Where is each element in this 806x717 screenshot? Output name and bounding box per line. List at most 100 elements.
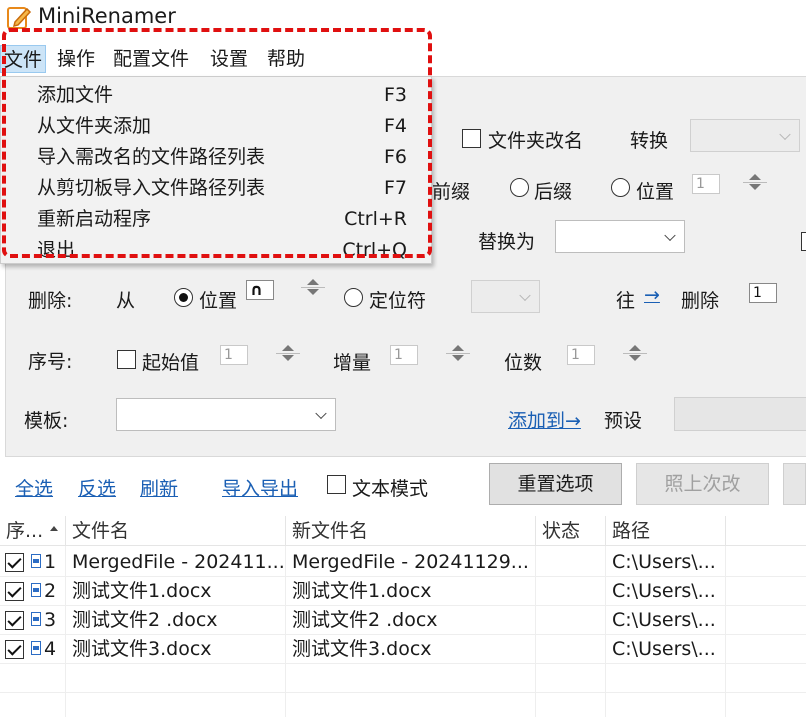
start-value-input[interactable]: 1 (220, 345, 248, 365)
convert-select[interactable] (690, 119, 800, 152)
menu-item-shortcut: Ctrl+R (344, 208, 407, 230)
extra-checkbox[interactable] (801, 232, 806, 251)
delete-position-spinner[interactable] (299, 278, 327, 298)
spin-up-icon (307, 279, 319, 285)
menu-help[interactable]: 帮助 (264, 45, 308, 73)
menu-bar: 文件 操作 配置文件 设置 帮助 (0, 42, 806, 76)
add-to-preset-link[interactable]: 添加到→ (508, 406, 581, 433)
row-index: 3 (44, 609, 57, 631)
menu-item-shortcut: F4 (383, 115, 407, 137)
menu-item-label: 退出 (37, 239, 76, 261)
delete-position-radio[interactable] (174, 288, 193, 307)
window-title: MiniRenamer (38, 4, 176, 28)
menu-item-shortcut: F7 (383, 177, 407, 199)
text-mode-checkbox[interactable] (327, 475, 346, 494)
increment-label: 增量 (333, 352, 372, 374)
invert-selection-link[interactable]: 反选 (78, 474, 116, 501)
menu-file[interactable]: 文件 (0, 45, 47, 73)
menu-item-import-path-list[interactable]: 导入需改名的文件路径列表 F6 (37, 142, 407, 172)
menu-item-exit[interactable]: 退出 Ctrl+Q (37, 235, 407, 265)
replace-with-select[interactable] (555, 220, 685, 253)
position-input[interactable]: 1 (692, 174, 720, 194)
file-list: 序... 文件名 新文件名 状态 路径 1 MergedFile - 20241… (0, 516, 806, 717)
locator-label: 定位符 (369, 290, 427, 312)
menu-item-restart[interactable]: 重新启动程序 Ctrl+R (37, 204, 407, 234)
menu-item-add-files[interactable]: 添加文件 F3 (37, 80, 407, 110)
empty-row (0, 664, 806, 693)
start-value-spinner[interactable] (274, 344, 302, 364)
table-row[interactable]: 2 测试文件1.docx 测试文件1.docx C:\Users\... (0, 577, 806, 606)
row-new-filename: 测试文件3.docx (292, 638, 432, 660)
digits-label: 位数 (504, 352, 543, 374)
spin-up-icon (629, 345, 641, 351)
chevron-down-icon (519, 289, 531, 301)
refresh-link[interactable]: 刷新 (140, 474, 178, 501)
preset-label: 预设 (604, 410, 643, 432)
table-row[interactable]: 4 测试文件3.docx 测试文件3.docx C:\Users\... (0, 635, 806, 664)
direction-arrow-link[interactable]: → (644, 284, 660, 306)
row-checkbox[interactable] (5, 611, 24, 630)
menu-item-add-from-folder[interactable]: 从文件夹添加 F4 (37, 111, 407, 141)
row-path: C:\Users\... (612, 580, 716, 602)
row-status (536, 577, 604, 606)
spin-divider (743, 182, 767, 183)
apply-last-change-button[interactable]: 照上次改 (636, 463, 769, 505)
menu-item-label: 从文件夹添加 (37, 115, 152, 137)
row-checkbox[interactable] (5, 553, 24, 572)
row-path: C:\Users\... (612, 638, 716, 660)
template-select[interactable] (116, 398, 336, 431)
row-checkbox[interactable] (5, 582, 24, 601)
column-header-filename[interactable]: 文件名 (66, 516, 286, 546)
chevron-down-icon (779, 128, 791, 140)
row-index: 4 (44, 638, 57, 660)
table-row[interactable]: 3 测试文件2 .docx 测试文件2 .docx C:\Users\... (0, 606, 806, 635)
locator-radio[interactable] (344, 288, 363, 307)
increment-spinner[interactable] (444, 344, 472, 364)
menu-settings[interactable]: 设置 (207, 45, 251, 73)
delete-label: 删除: (28, 290, 73, 312)
list-header: 序... 文件名 新文件名 状态 路径 (0, 516, 806, 546)
spin-divider (446, 353, 470, 354)
increment-input[interactable]: 1 (390, 345, 418, 365)
spin-divider (623, 353, 647, 354)
position-radio[interactable] (611, 178, 630, 197)
select-all-link[interactable]: 全选 (15, 474, 53, 501)
digits-spinner[interactable] (621, 344, 649, 364)
row-path: C:\Users\... (612, 609, 716, 631)
position-spinner[interactable] (741, 173, 769, 193)
spin-up-icon (282, 345, 294, 351)
column-header-path[interactable]: 路径 (606, 516, 726, 546)
column-header-new-filename[interactable]: 新文件名 (286, 516, 536, 546)
delete-position-input[interactable]: ∩ (246, 280, 274, 300)
suffix-label: 后缀 (534, 181, 573, 203)
folder-rename-checkbox[interactable] (462, 129, 481, 148)
suffix-radio[interactable] (510, 178, 529, 197)
import-export-link[interactable]: 导入导出 (222, 474, 298, 501)
menu-operation[interactable]: 操作 (54, 45, 98, 73)
start-value-checkbox[interactable] (117, 350, 136, 369)
locator-select[interactable] (471, 280, 540, 313)
from-label: 从 (116, 290, 136, 312)
table-row[interactable]: 1 MergedFile - 202411... MergedFile - 20… (0, 548, 806, 577)
pencil-note-icon (7, 7, 32, 29)
column-header-status[interactable]: 状态 (536, 516, 606, 546)
preset-select[interactable] (674, 397, 806, 431)
spin-down-icon (307, 289, 319, 295)
row-new-filename: 测试文件2 .docx (292, 609, 438, 631)
menu-item-import-from-clipboard[interactable]: 从剪切板导入文件路径列表 F7 (37, 173, 407, 203)
extra-button[interactable] (783, 463, 806, 505)
menu-profile[interactable]: 配置文件 (110, 45, 192, 73)
column-header-index[interactable]: 序... (0, 516, 66, 546)
spin-divider (276, 353, 300, 354)
prefix-label: 前缀 (432, 181, 471, 203)
reset-options-button[interactable]: 重置选项 (489, 463, 622, 505)
row-filename: 测试文件1.docx (72, 580, 212, 602)
menu-item-shortcut: Ctrl+Q (342, 239, 407, 261)
spin-down-icon (629, 355, 641, 361)
delete-count-input[interactable]: 1 (749, 283, 777, 303)
row-checkbox[interactable] (5, 640, 24, 659)
direction-label: 往 (616, 290, 636, 312)
delete-position-label: 位置 (199, 290, 238, 312)
menu-item-label: 导入需改名的文件路径列表 (37, 146, 266, 168)
digits-input[interactable]: 1 (567, 345, 595, 365)
